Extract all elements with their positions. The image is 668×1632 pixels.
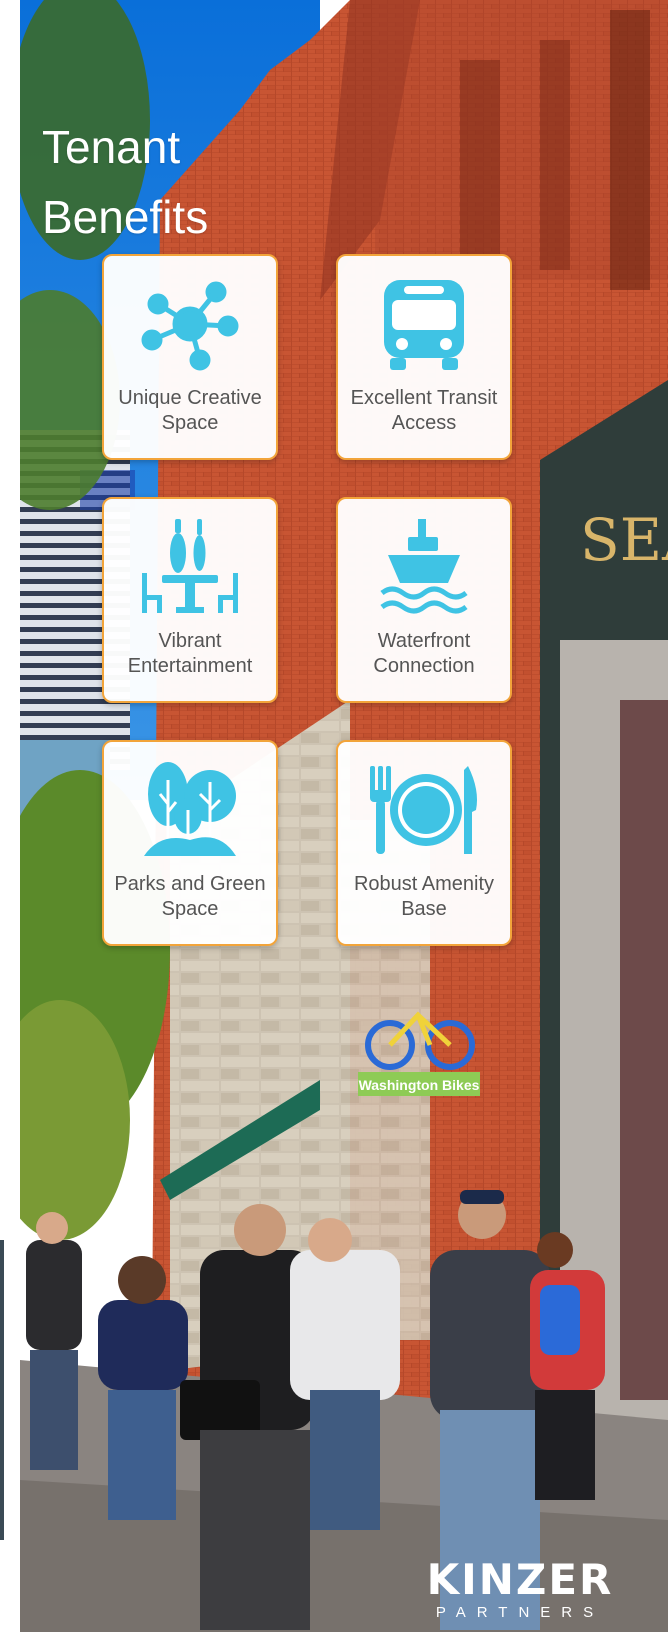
left-margin-strip xyxy=(0,0,20,1632)
ferry-boat-icon xyxy=(338,517,510,617)
building-lettering: SEA xyxy=(580,506,668,574)
benefit-card-parks: Parks and Green Space xyxy=(102,740,278,946)
benefit-card-amenities: Robust Amenity Base xyxy=(336,740,512,946)
benefit-card-entertainment: Vibrant Entertainment xyxy=(102,497,278,703)
logo-brand: KINZER xyxy=(426,1555,614,1604)
card-label: Excellent Transit Access xyxy=(350,387,498,434)
trees-icon xyxy=(104,760,276,860)
card-label: Vibrant Entertainment xyxy=(127,630,253,677)
card-label: Robust Amenity Base xyxy=(353,873,495,920)
benefit-card-transit-access: Excellent Transit Access xyxy=(336,254,512,460)
table-bottles-chairs-icon xyxy=(104,517,276,617)
benefit-card-waterfront: Waterfront Connection xyxy=(336,497,512,703)
bus-icon xyxy=(338,274,510,374)
kinzer-partners-logo: KINZER PARTNERS xyxy=(420,1558,620,1622)
benefit-card-creative-space: Unique Creative Space xyxy=(102,254,278,460)
card-label: Unique Creative Space xyxy=(118,387,262,434)
fork-plate-knife-icon xyxy=(338,760,510,860)
adjacent-photo-sliver xyxy=(0,1240,4,1540)
bike-shop-sign: Washington Bikes xyxy=(359,1077,480,1093)
page-title: Tenant Benefits xyxy=(42,112,262,252)
card-label: Parks and Green Space xyxy=(114,873,266,920)
logo-subtitle: PARTNERS xyxy=(435,1604,605,1621)
network-hub-icon xyxy=(104,274,276,374)
title-line-1: Tenant xyxy=(42,121,181,173)
title-line-2: Benefits xyxy=(42,191,209,243)
card-label: Waterfront Connection xyxy=(373,630,475,677)
